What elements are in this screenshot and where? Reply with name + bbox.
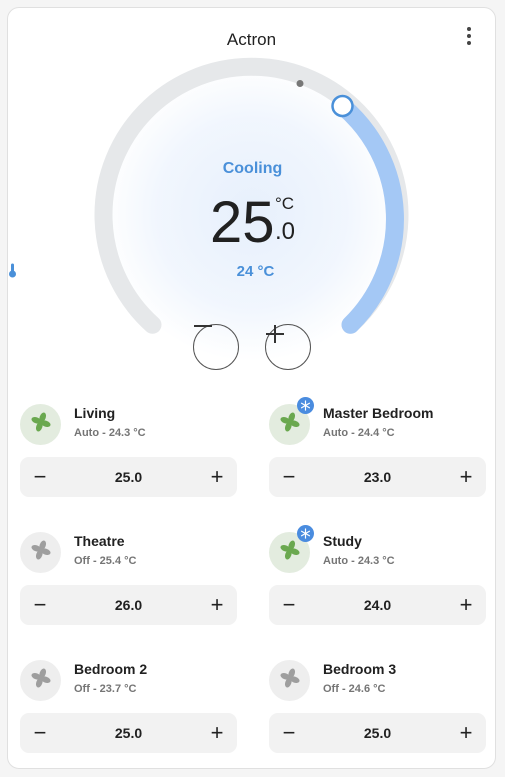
minus-icon: − — [282, 592, 296, 617]
zone-setpoint-value: 24.0 — [363, 597, 392, 613]
zone-card: Bedroom 3 Off - 24.6 °C − 25.0 + — [269, 660, 486, 768]
increase-temperature-button[interactable] — [265, 324, 311, 370]
minus-icon: − — [33, 720, 47, 745]
zone-name: Study — [323, 533, 362, 549]
plus-icon: + — [210, 464, 224, 489]
thermostat-dial: Cooling 25 °C .0 24 °C — [8, 8, 495, 408]
zone-status: Off - 24.6 °C — [323, 683, 386, 695]
fan-icon — [279, 668, 300, 693]
zone-increase-button[interactable]: + — [197, 457, 237, 497]
zone-setpoint-stepper: − 24.0 + — [269, 585, 486, 625]
plus-icon: + — [210, 720, 224, 745]
current-temperature-value: 24 °C — [236, 263, 275, 280]
zone-name: Theatre — [74, 533, 125, 549]
zone-increase-button[interactable]: + — [446, 457, 486, 497]
zone-card: Bedroom 2 Off - 23.7 °C − 25.0 + — [20, 660, 237, 768]
zone-card: Living Auto - 24.3 °C − 25.0 + — [20, 404, 237, 514]
plus-icon — [266, 325, 284, 343]
zone-card: Study Auto - 24.3 °C − 24.0 + — [269, 525, 486, 642]
zone-increase-button[interactable]: + — [446, 713, 486, 753]
minus-icon: − — [33, 592, 47, 617]
zone-setpoint-stepper: − 25.0 + — [269, 713, 486, 753]
zone-name: Bedroom 3 — [323, 661, 397, 677]
zone-setpoint-value: 25.0 — [114, 725, 143, 741]
zone-status: Auto - 24.3 °C — [74, 427, 146, 439]
fan-icon — [30, 540, 51, 565]
decrease-temperature-button[interactable] — [193, 324, 239, 370]
zone-status: Auto - 24.3 °C — [323, 555, 395, 567]
zone-status: Off - 23.7 °C — [74, 683, 137, 695]
zone-fan-button[interactable] — [269, 660, 310, 701]
zone-decrease-button[interactable]: − — [20, 713, 60, 753]
fan-icon — [30, 668, 51, 693]
zone-decrease-button[interactable]: − — [20, 457, 60, 497]
hvac-mode-label: Cooling — [222, 160, 283, 177]
zone-setpoint-stepper: − 26.0 + — [20, 585, 237, 625]
zone-increase-button[interactable]: + — [197, 713, 237, 753]
minus-icon: − — [33, 464, 47, 489]
minus-icon — [194, 325, 212, 327]
snowflake-icon — [297, 525, 314, 542]
setpoint-handle[interactable] — [331, 94, 354, 118]
current-temperature: 24 °C — [8, 263, 495, 280]
zone-setpoint-stepper: − 25.0 + — [20, 457, 237, 497]
zone-name: Master Bedroom — [323, 405, 434, 421]
zone-increase-button[interactable]: + — [446, 585, 486, 625]
plus-icon: + — [459, 720, 473, 745]
fan-icon — [279, 412, 300, 437]
target-temperature: 25 — [210, 190, 275, 255]
zone-setpoint-stepper: − 23.0 + — [269, 457, 486, 497]
zone-name: Bedroom 2 — [74, 661, 148, 677]
zone-increase-button[interactable]: + — [197, 585, 237, 625]
plus-icon: + — [459, 464, 473, 489]
zone-setpoint-value: 25.0 — [114, 469, 143, 485]
zone-card: Theatre Off - 25.4 °C − 26.0 + — [20, 532, 237, 642]
zone-setpoint-value: 23.0 — [363, 469, 392, 485]
zone-decrease-button[interactable]: − — [269, 457, 309, 497]
zone-setpoint-value: 25.0 — [363, 725, 392, 741]
current-temp-marker — [296, 80, 304, 87]
minus-icon: − — [282, 720, 296, 745]
fan-icon — [30, 412, 51, 437]
snowflake-icon — [297, 397, 314, 414]
zone-decrease-button[interactable]: − — [20, 585, 60, 625]
minus-icon: − — [282, 464, 296, 489]
zone-fan-button[interactable] — [20, 404, 61, 445]
zone-decrease-button[interactable]: − — [269, 585, 309, 625]
zone-status: Off - 25.4 °C — [74, 555, 137, 567]
plus-icon: + — [210, 592, 224, 617]
plus-icon: + — [459, 592, 473, 617]
zone-fan-button[interactable] — [20, 660, 61, 701]
temperature-unit: °C — [275, 194, 295, 213]
thermostat-card: Actron Cooling 25 °C .0 24 °C Living Aut… — [7, 7, 496, 769]
zone-setpoint-stepper: − 25.0 + — [20, 713, 237, 753]
zone-name: Living — [74, 405, 116, 421]
target-temperature-decimal: .0 — [275, 218, 296, 245]
zone-status: Auto - 24.4 °C — [323, 427, 395, 439]
zone-decrease-button[interactable]: − — [269, 713, 309, 753]
zone-fan-button[interactable] — [20, 532, 61, 573]
zone-setpoint-value: 26.0 — [114, 597, 143, 613]
fan-icon — [279, 540, 300, 565]
zone-card: Master Bedroom Auto - 24.4 °C − 23.0 + — [269, 397, 486, 514]
